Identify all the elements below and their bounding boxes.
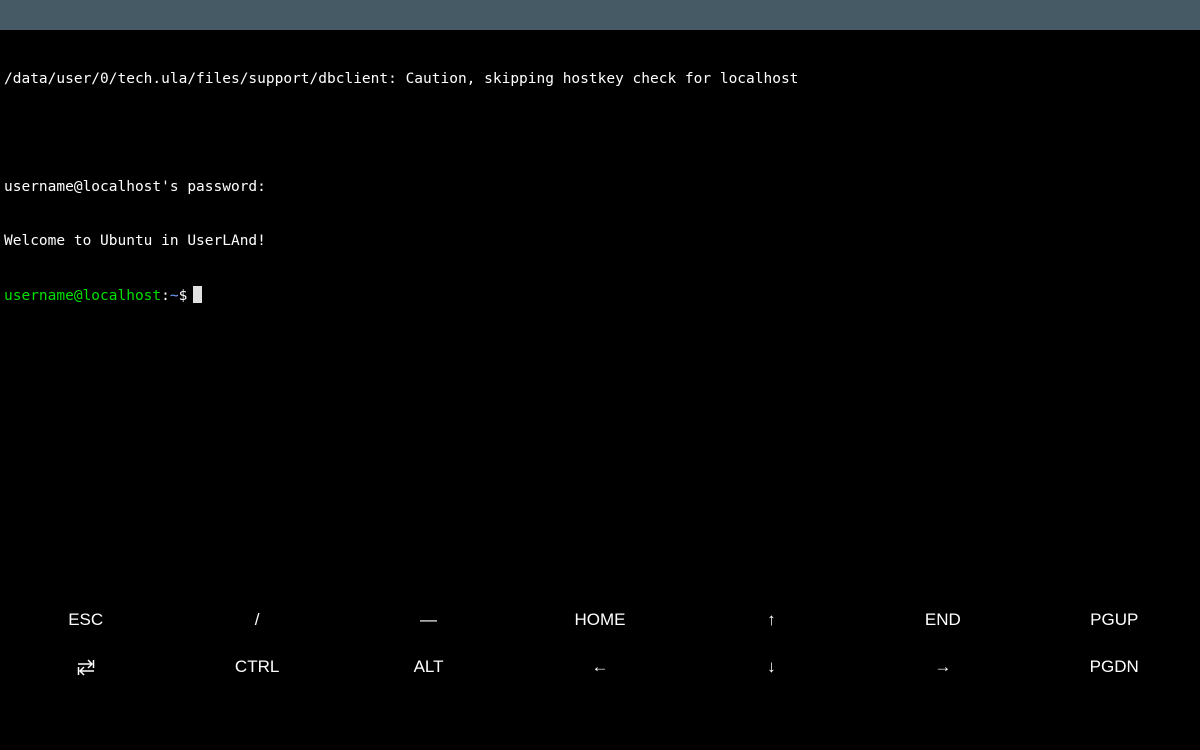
terminal-line: Welcome to Ubuntu in UserLAnd! [4,233,266,249]
slash-key[interactable]: / [171,596,342,643]
dash-key[interactable]: — [343,596,514,643]
home-key[interactable]: HOME [514,596,685,643]
extra-keys-row-2: CTRL ALT ← ↓ → PGDN [0,643,1200,690]
end-key[interactable]: END [857,596,1028,643]
left-arrow-key[interactable]: ← [514,643,685,690]
shell-prompt: username@localhost:~$ [4,286,1196,304]
esc-key[interactable]: ESC [0,596,171,643]
alt-key[interactable]: ALT [343,643,514,690]
tab-key[interactable] [0,643,171,690]
extra-keys-row-1: ESC / — HOME ↑ END PGUP [0,596,1200,643]
prompt-path: ~ [169,288,179,304]
extra-keys-bar: ESC / — HOME ↑ END PGUP CTRL ALT ← ↓ → P… [0,596,1200,690]
prompt-user-host: username@localhost [4,288,162,304]
tab-arrows-icon [76,658,96,676]
up-arrow-key[interactable]: ↑ [686,596,857,643]
ctrl-key[interactable]: CTRL [171,643,342,690]
terminal-line: username@localhost's password: [4,179,266,195]
prompt-separator: : [161,288,170,304]
prompt-symbol: $ [178,288,188,304]
status-bar [0,0,1200,30]
terminal-output[interactable]: /data/user/0/tech.ula/files/support/dbcl… [0,30,1200,590]
terminal-cursor [193,286,203,303]
terminal-line: /data/user/0/tech.ula/files/support/dbcl… [4,71,799,87]
down-arrow-key[interactable]: ↓ [686,643,857,690]
pgup-key[interactable]: PGUP [1029,596,1200,643]
right-arrow-key[interactable]: → [857,643,1028,690]
pgdn-key[interactable]: PGDN [1029,643,1200,690]
